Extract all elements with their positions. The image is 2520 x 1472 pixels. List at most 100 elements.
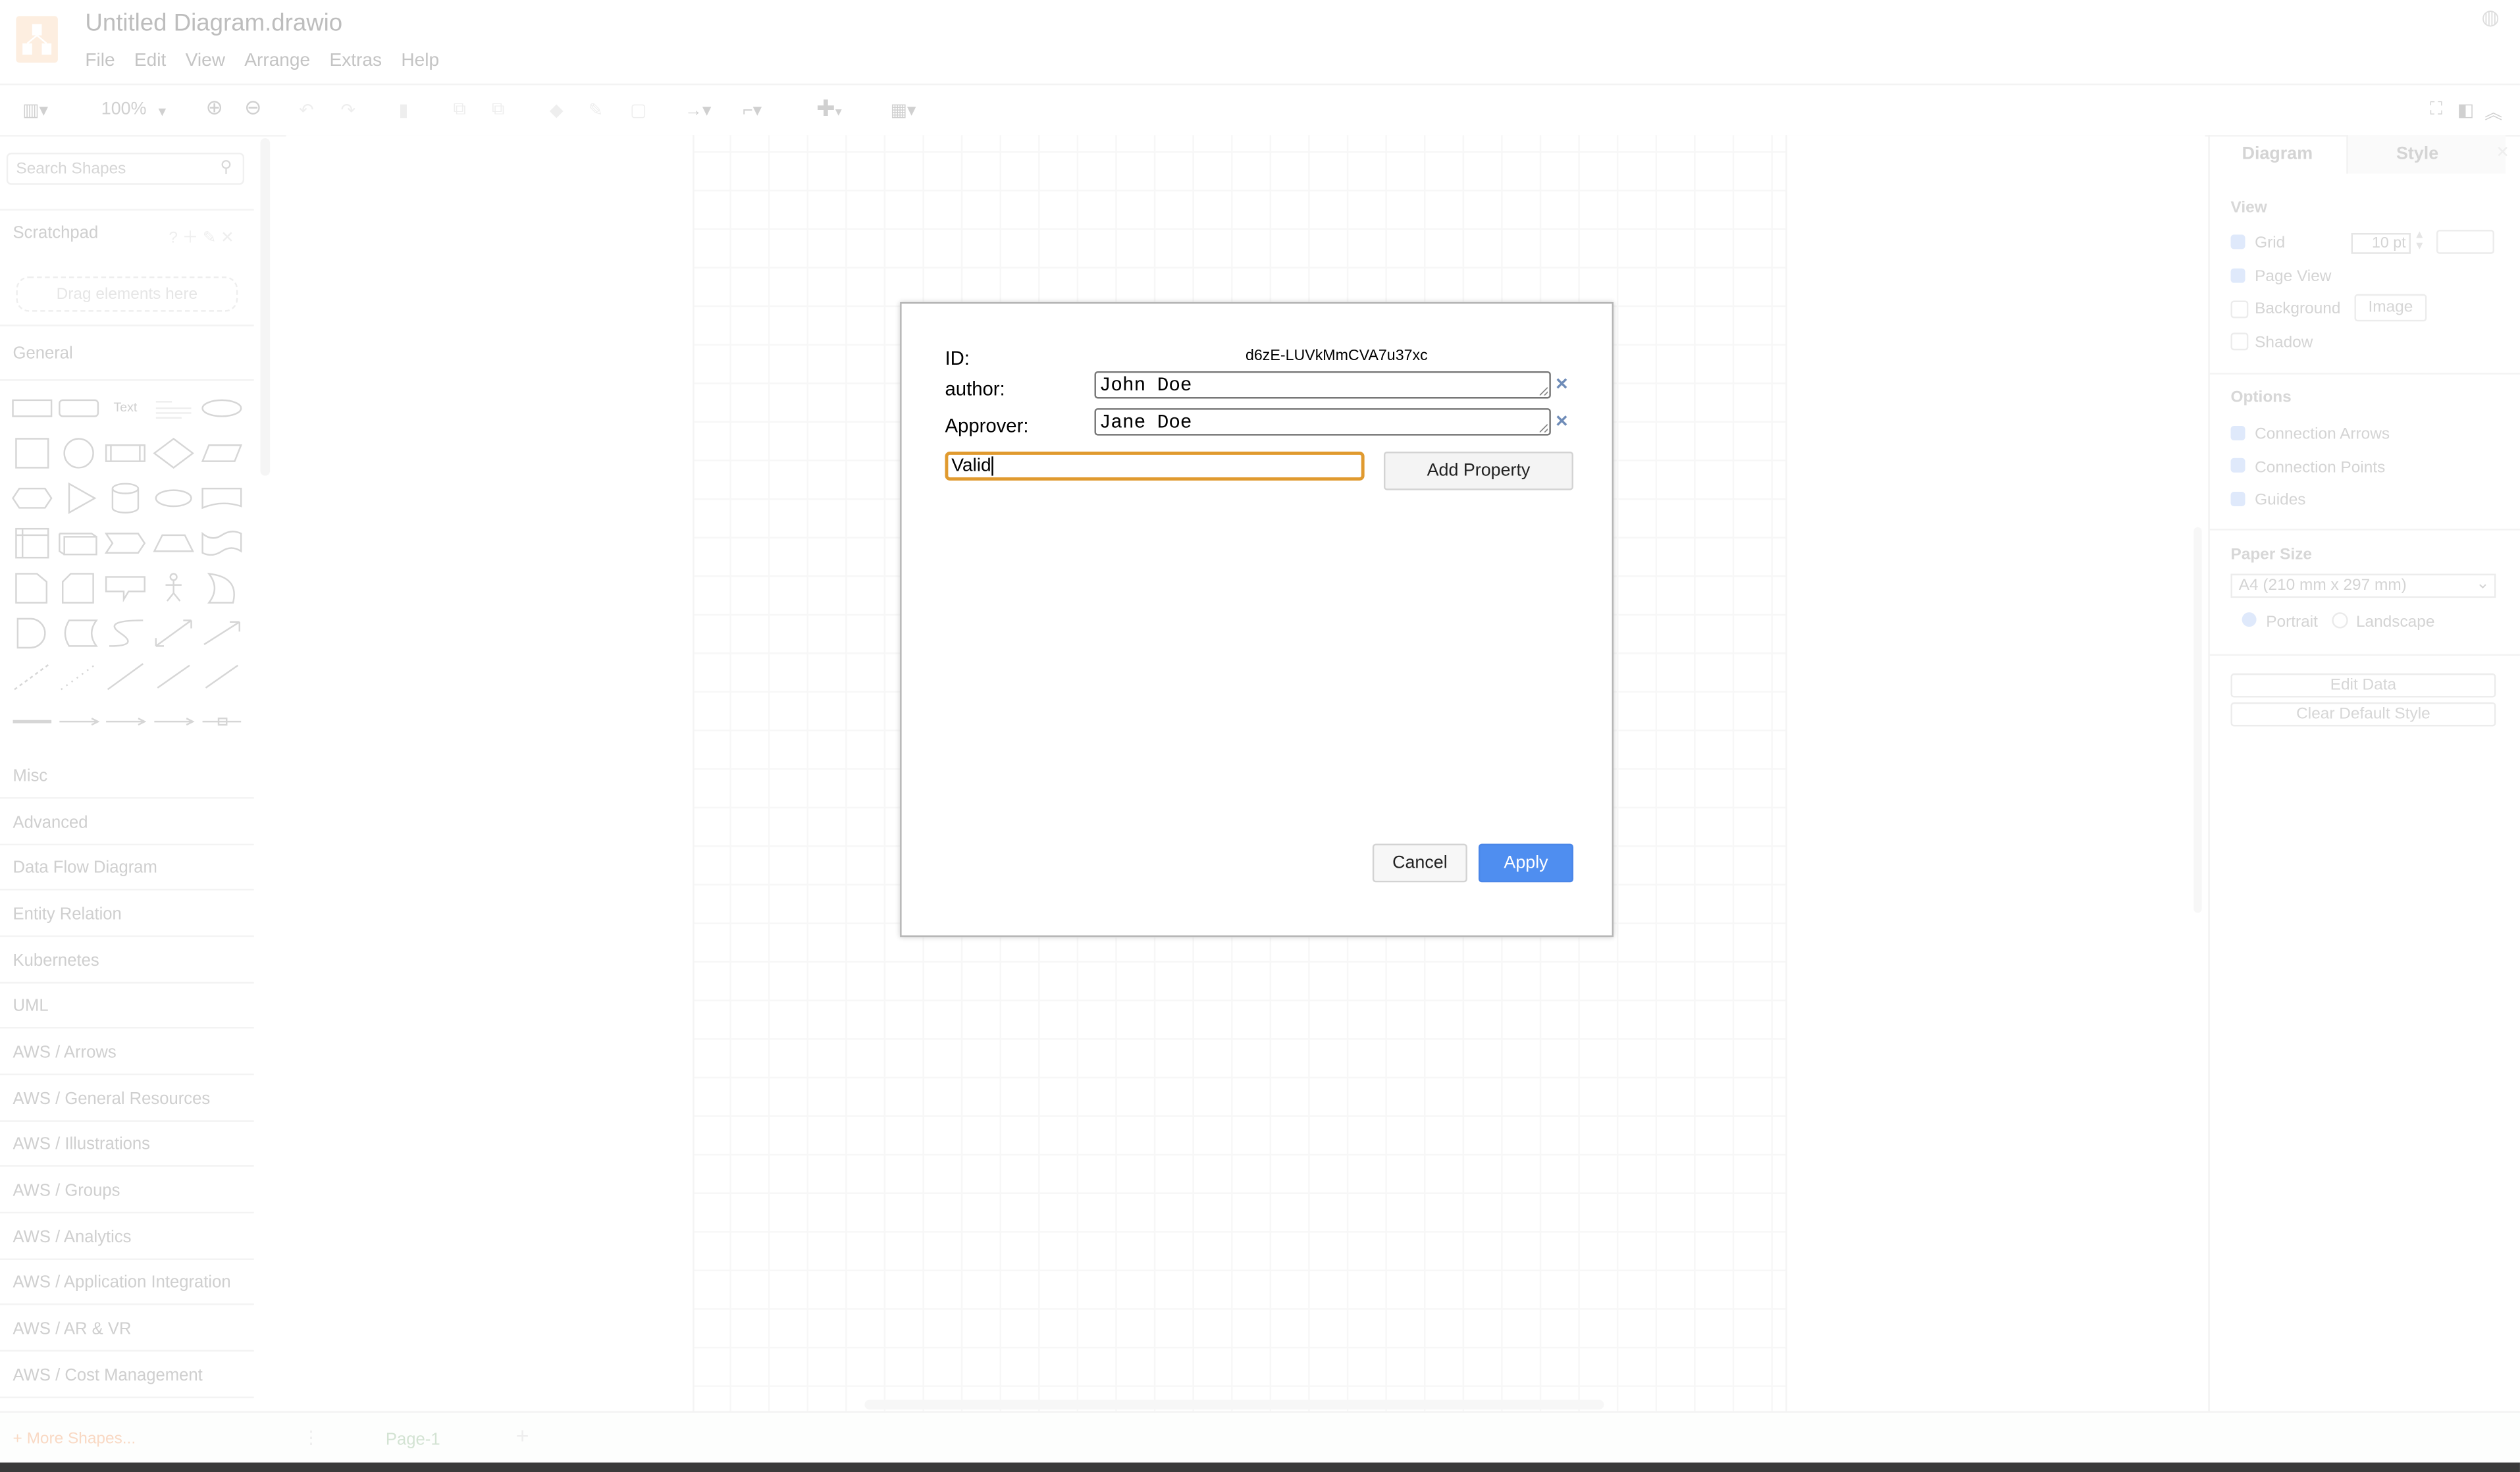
search-shapes-input[interactable]: Search Shapes: [6, 152, 245, 185]
shape-or-icon[interactable]: [201, 572, 242, 604]
shape-actor-icon[interactable]: [153, 572, 194, 604]
shape-parallelogram-icon[interactable]: [201, 437, 242, 469]
shape-link-icon[interactable]: [11, 706, 53, 738]
landscape-radio[interactable]: [2332, 612, 2348, 629]
shape-document-icon[interactable]: [201, 482, 242, 514]
remove-approver-icon[interactable]: ×: [1556, 408, 1568, 433]
sidebar-scrollbar[interactable]: [260, 138, 271, 476]
vertical-scrollbar[interactable]: [2193, 527, 2202, 913]
sidebar-section[interactable]: AWS / Analytics: [13, 1228, 132, 1247]
shape-cube-icon[interactable]: [58, 527, 99, 560]
shape-bidirectional-connector-icon[interactable]: [153, 660, 194, 693]
zoom-in-icon[interactable]: ⊕: [205, 95, 223, 120]
edit-data-button[interactable]: Edit Data: [2230, 673, 2496, 698]
menu-view[interactable]: View: [186, 51, 225, 70]
page-view-checkbox[interactable]: [2230, 268, 2245, 283]
menu-extras[interactable]: Extras: [329, 51, 382, 70]
sidebar-section[interactable]: AWS / Application Integration: [13, 1273, 231, 1292]
tab-page-1[interactable]: Page-1: [386, 1431, 440, 1450]
clear-default-style-button[interactable]: Clear Default Style: [2230, 702, 2496, 727]
shape-cylinder-icon[interactable]: [105, 482, 146, 514]
shape-diamond-icon[interactable]: [153, 437, 194, 469]
shape-ellipse-icon[interactable]: [201, 392, 242, 425]
tab-style[interactable]: Style: [2396, 145, 2438, 164]
close-panel-icon[interactable]: ✕: [2496, 145, 2509, 163]
shadow-checkbox[interactable]: [2230, 332, 2249, 351]
sidebar-section[interactable]: Misc: [13, 767, 48, 786]
grid-color-button[interactable]: [2436, 230, 2494, 254]
shape-curve-icon[interactable]: [105, 617, 146, 649]
connection-arrows-checkbox[interactable]: [2230, 425, 2245, 440]
shape-process-icon[interactable]: [105, 437, 146, 469]
shape-tape-icon[interactable]: [201, 527, 242, 560]
sidebar-section[interactable]: AWS / AR & VR: [13, 1319, 132, 1338]
undo-icon[interactable]: ↶: [299, 99, 314, 120]
redo-icon[interactable]: ↷: [341, 99, 356, 120]
fill-color-icon[interactable]: ◆: [550, 99, 564, 120]
background-image-button[interactable]: Image: [2354, 294, 2427, 322]
shape-dotted-line-icon[interactable]: [58, 660, 99, 693]
shape-and-icon[interactable]: [11, 617, 53, 649]
guides-checkbox[interactable]: [2230, 492, 2245, 507]
to-front-icon[interactable]: ⧉: [453, 99, 465, 120]
general-header[interactable]: General: [13, 344, 73, 363]
sidebar-section[interactable]: Entity Relation: [13, 905, 122, 924]
search-icon[interactable]: ⚲: [220, 159, 232, 177]
close-icon[interactable]: ✕: [221, 230, 234, 248]
help-icon[interactable]: ?: [169, 230, 178, 248]
scratchpad-header[interactable]: Scratchpad: [13, 223, 99, 242]
connection-icon[interactable]: →▾: [685, 99, 711, 120]
shape-note-icon[interactable]: [11, 572, 53, 604]
shape-trapezoid-icon[interactable]: [153, 527, 194, 560]
shape-directional-connector-icon[interactable]: [201, 660, 242, 693]
shape-step-icon[interactable]: [104, 527, 146, 560]
chevron-down-icon[interactable]: ▼: [156, 105, 169, 119]
grid-size-input[interactable]: 10 pt: [2351, 232, 2411, 254]
sidebar-section[interactable]: AWS / Groups: [13, 1181, 120, 1200]
waypoints-icon[interactable]: ⌐▾: [743, 99, 762, 120]
zoom-select[interactable]: 100%: [101, 99, 147, 118]
shape-connector-2-labels-icon[interactable]: [105, 706, 147, 738]
shape-connector-label-icon[interactable]: [58, 706, 100, 738]
shape-internal-storage-icon[interactable]: [11, 527, 53, 560]
shape-rectangle-icon[interactable]: [11, 392, 53, 425]
scratchpad-dropzone[interactable]: Drag elements here: [16, 276, 238, 312]
shape-rounded-rectangle-icon[interactable]: [58, 392, 99, 425]
grid-size-stepper[interactable]: ▲ ▼: [2414, 230, 2425, 252]
pages-menu-icon[interactable]: ⋮: [302, 1427, 320, 1448]
shape-card-icon[interactable]: [58, 572, 99, 604]
connection-points-checkbox[interactable]: [2230, 458, 2245, 473]
property-value-approver[interactable]: Jane Doe: [1094, 408, 1551, 436]
shape-hexagon-icon[interactable]: [11, 482, 53, 514]
sidebar-section[interactable]: Advanced: [13, 813, 88, 832]
add-icon[interactable]: ＋: [182, 230, 198, 248]
cancel-button[interactable]: Cancel: [1372, 843, 1467, 883]
grid-checkbox[interactable]: [2230, 234, 2245, 250]
line-color-icon[interactable]: ✎: [589, 99, 604, 120]
shape-callout-icon[interactable]: [105, 572, 146, 604]
shape-circle-icon[interactable]: [58, 437, 99, 469]
sidebar-section[interactable]: Data Flow Diagram: [13, 858, 157, 878]
shape-connector-3-labels-icon[interactable]: [153, 706, 195, 738]
add-page-icon[interactable]: +: [516, 1423, 529, 1448]
menu-edit[interactable]: Edit: [134, 51, 166, 70]
sidebar-section[interactable]: AWS / Arrows: [13, 1043, 117, 1062]
globe-icon[interactable]: ◍: [2481, 5, 2500, 30]
insert-icon[interactable]: ✚▾: [816, 95, 841, 122]
fullscreen-icon[interactable]: ⛶: [2430, 99, 2442, 120]
shadow-icon[interactable]: ▢: [630, 99, 646, 120]
zoom-out-icon[interactable]: ⊖: [244, 95, 262, 120]
portrait-radio[interactable]: [2242, 612, 2257, 627]
to-back-icon[interactable]: ⧉: [492, 99, 504, 120]
document-title[interactable]: Untitled Diagram.drawio: [85, 10, 342, 38]
panel-toggle-icon[interactable]: ◧: [2457, 99, 2474, 120]
sidebar-section[interactable]: AWS / Cost Management: [13, 1366, 203, 1385]
sidebar-section[interactable]: Kubernetes: [13, 951, 99, 970]
edit-icon[interactable]: ✎: [203, 230, 216, 248]
collapse-icon[interactable]: ︽: [2484, 99, 2502, 125]
shape-dashed-line-icon[interactable]: [11, 660, 53, 693]
sidebar-section[interactable]: UML: [13, 997, 49, 1016]
horizontal-scrollbar[interactable]: [864, 1400, 1604, 1410]
new-property-input[interactable]: Valid: [945, 452, 1365, 481]
remove-author-icon[interactable]: ×: [1556, 371, 1568, 396]
